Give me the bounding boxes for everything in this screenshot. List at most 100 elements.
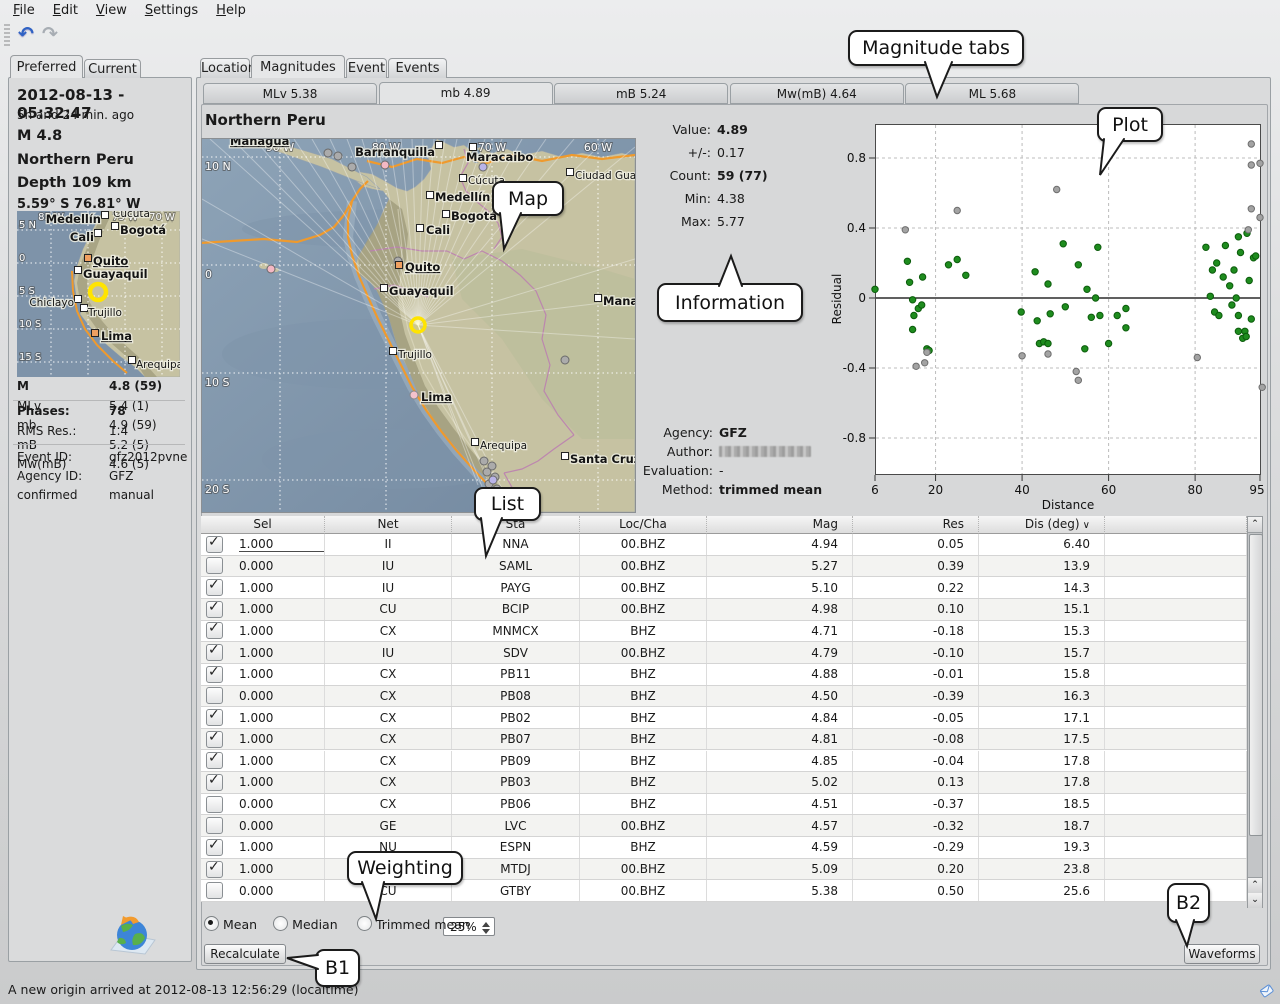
column-header-empty[interactable] <box>1105 516 1247 534</box>
table-row[interactable]: 1.000CXPB03BHZ5.020.1317.8 <box>201 772 1247 794</box>
tab-events[interactable]: Events <box>388 58 447 78</box>
cell-mag: 4.94 <box>707 534 853 555</box>
weight-value[interactable]: 0.000 <box>239 797 273 811</box>
weight-value[interactable]: 1.000 <box>239 775 273 789</box>
weight-value[interactable]: 1.000 <box>239 754 273 768</box>
menu-edit[interactable]: Edit <box>44 1 87 20</box>
station-map[interactable]: 90 W80 W70 W60 W10 N010 S20 SManaguaBarr… <box>201 138 636 513</box>
table-row[interactable]: 1.000IINNA00.BHZ4.940.056.40 <box>201 534 1247 556</box>
table-row[interactable]: 0.000IUSAML00.BHZ5.270.3913.9 <box>201 556 1247 578</box>
table-row[interactable]: 0.000CXPB06BHZ4.51-0.3718.5 <box>201 794 1247 816</box>
overview-map[interactable]: 85 W75 W70 W5 N05 S10 S15 SCúcutaMedellí… <box>17 211 180 377</box>
row-checkbox[interactable] <box>206 861 223 878</box>
menu-view[interactable]: View <box>87 1 136 20</box>
column-header-Res[interactable]: Res <box>853 516 979 534</box>
weight-value[interactable]: 1.000 <box>239 581 273 595</box>
sidebar-tab-preferred[interactable]: Preferred <box>10 55 83 78</box>
weight-value[interactable]: 0.000 <box>239 689 273 703</box>
weight-value[interactable]: 1.000 <box>239 646 273 660</box>
station-marker <box>324 149 332 157</box>
scroll-up-icon[interactable]: ⌃ <box>1248 517 1262 533</box>
weight-value[interactable]: 0.000 <box>239 819 273 833</box>
weight-value[interactable]: 1.000 <box>239 537 324 552</box>
menu-help[interactable]: Help <box>207 1 255 20</box>
menu-file[interactable]: File <box>4 1 44 20</box>
tab-location[interactable]: Location <box>200 58 250 78</box>
table-row[interactable]: 1.000CXPB09BHZ4.85-0.0417.8 <box>201 751 1247 773</box>
table-row[interactable]: 1.000IUSDV00.BHZ4.79-0.1015.7 <box>201 642 1247 664</box>
magnitude-tab-mlv[interactable]: MLv 5.38 <box>203 83 377 104</box>
scroll-down-icon[interactable]: ⌄ <box>1248 893 1262 908</box>
svg-text:0: 0 <box>858 291 866 305</box>
row-checkbox[interactable] <box>206 687 223 704</box>
magnitude-tab-mb[interactable]: mb 4.89 <box>379 82 553 105</box>
weight-value[interactable]: 1.000 <box>239 732 273 746</box>
radio-median[interactable]: Median <box>273 916 337 932</box>
sidebar-tab-current[interactable]: Current <box>84 59 141 78</box>
row-checkbox[interactable] <box>206 601 223 618</box>
residual-point-used <box>945 262 951 268</box>
row-checkbox[interactable] <box>206 839 223 856</box>
recalculate-button[interactable]: Recalculate <box>204 944 286 964</box>
radio-mean[interactable]: Mean <box>204 916 257 932</box>
weight-value[interactable]: 0.000 <box>239 559 273 573</box>
table-row[interactable]: 1.000CXPB07BHZ4.81-0.0817.5 <box>201 729 1247 751</box>
column-header-Mag[interactable]: Mag <box>707 516 853 534</box>
table-scrollbar[interactable]: ⌃ ⌃ ⌄ <box>1247 516 1263 908</box>
row-checkbox[interactable] <box>206 579 223 596</box>
svg-text:95: 95 <box>1249 483 1264 497</box>
table-row[interactable]: 0.000CXPB08BHZ4.50-0.3916.3 <box>201 686 1247 708</box>
table-row[interactable]: 1.000CXPB11BHZ4.88-0.0115.8 <box>201 664 1247 686</box>
tab-event[interactable]: Event <box>346 58 387 78</box>
column-header-Loc/Cha[interactable]: Loc/Cha <box>580 516 707 534</box>
tab-magnitudes[interactable]: Magnitudes <box>251 55 345 78</box>
row-checkbox[interactable] <box>206 709 223 726</box>
row-checkbox[interactable] <box>206 774 223 791</box>
weight-value[interactable]: 1.000 <box>239 711 273 725</box>
toolbar-drag-handle[interactable] <box>4 24 10 46</box>
residual-plot[interactable]: 0.80.40-0.4-0.862040608095DistanceResidu… <box>829 99 1269 511</box>
table-row[interactable]: 1.000CUBCIP00.BHZ4.980.1015.1 <box>201 599 1247 621</box>
row-checkbox[interactable] <box>206 536 223 553</box>
row-checkbox[interactable] <box>206 666 223 683</box>
radio-icon[interactable] <box>273 916 288 931</box>
column-header-Net[interactable]: Net <box>325 516 452 534</box>
radio-icon[interactable] <box>204 916 219 931</box>
row-checkbox[interactable] <box>206 817 223 834</box>
city-label: Medellín <box>46 212 101 226</box>
table-row[interactable]: 1.000CXPB02BHZ4.84-0.0517.1 <box>201 707 1247 729</box>
cell-sel: 0.000 <box>201 880 325 901</box>
radio-trimmed-mean[interactable]: Trimmed mean <box>357 916 470 932</box>
spin-up-icon[interactable] <box>482 922 490 927</box>
weight-value[interactable]: 1.000 <box>239 840 273 854</box>
table-row[interactable]: 1.000IUPAYG00.BHZ5.100.2214.3 <box>201 577 1247 599</box>
info-label: Value: <box>631 122 711 137</box>
scrollbar-thumb[interactable] <box>1249 534 1263 836</box>
weight-value[interactable]: 1.000 <box>239 602 273 616</box>
menu-settings[interactable]: Settings <box>136 1 207 20</box>
magnitude-tab-mb[interactable]: mB 5.24 <box>554 83 728 104</box>
weight-value[interactable]: 0.000 <box>239 884 273 898</box>
messaging-icon[interactable] <box>1258 982 1275 999</box>
row-checkbox[interactable] <box>206 557 223 574</box>
row-checkbox[interactable] <box>206 882 223 899</box>
weight-value[interactable]: 1.000 <box>239 862 273 876</box>
row-checkbox[interactable] <box>206 644 223 661</box>
row-checkbox[interactable] <box>206 731 223 748</box>
waveforms-button[interactable]: Waveforms <box>1184 944 1260 964</box>
table-row[interactable]: 0.000GELVC00.BHZ4.57-0.3218.7 <box>201 815 1247 837</box>
cell-mag: 5.27 <box>707 556 853 577</box>
weight-value[interactable]: 1.000 <box>239 667 273 681</box>
radio-icon[interactable] <box>357 916 372 931</box>
row-checkbox[interactable] <box>206 796 223 813</box>
column-header-Sel[interactable]: Sel <box>201 516 325 534</box>
scroll-up2-icon[interactable]: ⌃ <box>1248 877 1262 894</box>
row-checkbox[interactable] <box>206 752 223 769</box>
row-checkbox[interactable] <box>206 622 223 639</box>
column-header-Dis (deg)[interactable]: Dis (deg) ∨ <box>979 516 1105 534</box>
table-row[interactable]: 1.000CXMNMCXBHZ4.71-0.1815.3 <box>201 621 1247 643</box>
spin-down-icon[interactable] <box>482 929 490 934</box>
weight-value[interactable]: 1.000 <box>239 624 273 638</box>
undo-icon[interactable]: ↶ <box>14 23 38 47</box>
agency-label: Evaluation: <box>633 463 713 478</box>
